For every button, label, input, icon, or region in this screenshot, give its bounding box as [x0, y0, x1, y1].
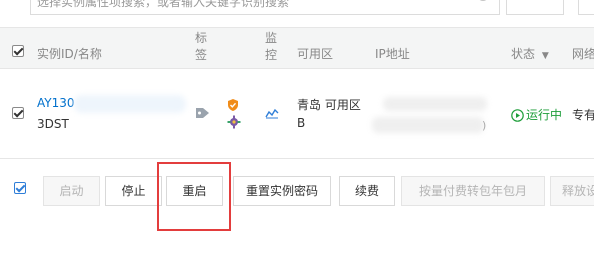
tag-icon[interactable]	[195, 107, 211, 119]
instance-list-panel: 选择实例属性项搜索，或者输入关键字识别搜索 × 实例ID/名称 标签 监控 可用…	[0, 0, 594, 273]
release-button[interactable]: 释放设	[550, 176, 594, 206]
redacted-id	[74, 95, 186, 113]
row-checkbox[interactable]	[12, 107, 24, 119]
start-button[interactable]: 启动	[43, 176, 100, 206]
shield-icon[interactable]	[227, 98, 239, 112]
switch-to-subscription-button[interactable]: 按量付费转包年包月	[401, 176, 545, 206]
restart-button[interactable]: 重启	[166, 176, 223, 206]
instance-name: 3DST	[37, 117, 69, 131]
status-badge: 运行中	[511, 106, 562, 123]
settings-button[interactable]	[578, 0, 594, 15]
network-type: 专有	[572, 108, 594, 122]
stop-button[interactable]: 停止	[105, 176, 162, 206]
clear-icon[interactable]: ×	[477, 0, 489, 1]
ip-tail: )	[482, 119, 487, 132]
header-instance: 实例ID/名称	[37, 47, 102, 61]
search-placeholder: 选择实例属性项搜索，或者输入关键字识别搜索	[37, 0, 290, 9]
header-zone: 可用区	[297, 47, 334, 61]
batch-select-checkbox[interactable]	[14, 182, 26, 194]
instance-id-link[interactable]: AY130	[37, 96, 75, 110]
redacted-ip-2	[372, 117, 484, 133]
search-input[interactable]: 选择实例属性项搜索，或者输入关键字识别搜索 ×	[30, 0, 500, 15]
header-tags: 标签	[195, 31, 208, 62]
play-circle-icon	[511, 109, 524, 122]
redacted-ip-1	[383, 97, 487, 111]
renew-button[interactable]: 续费	[339, 176, 395, 206]
gear-icon[interactable]	[227, 115, 241, 129]
header-status-label: 状态	[511, 47, 536, 61]
reset-password-button[interactable]: 重置实例密码	[233, 176, 331, 206]
monitor-chart-icon[interactable]	[265, 107, 279, 119]
table-header: 实例ID/名称 标签 监控 可用区 IP地址 状态 ▼ 网络	[0, 27, 594, 69]
header-status[interactable]: 状态 ▼	[511, 45, 549, 62]
select-all-checkbox[interactable]	[12, 45, 24, 57]
header-monitor: 监控	[265, 31, 278, 62]
header-ip: IP地址	[375, 47, 410, 61]
caret-down-icon: ▼	[541, 51, 549, 61]
zone-text: 青岛 可用区B	[297, 98, 361, 130]
table-row: AY130 3DST 青岛 可用区B ) 运行中 专有	[0, 69, 594, 159]
batch-action-bar: 启动 停止 重启 重置实例密码 续费 按量付费转包年包月 释放设	[0, 160, 594, 220]
search-button[interactable]	[506, 0, 564, 15]
header-network: 网络	[572, 47, 594, 61]
status-text: 运行中	[526, 108, 563, 122]
